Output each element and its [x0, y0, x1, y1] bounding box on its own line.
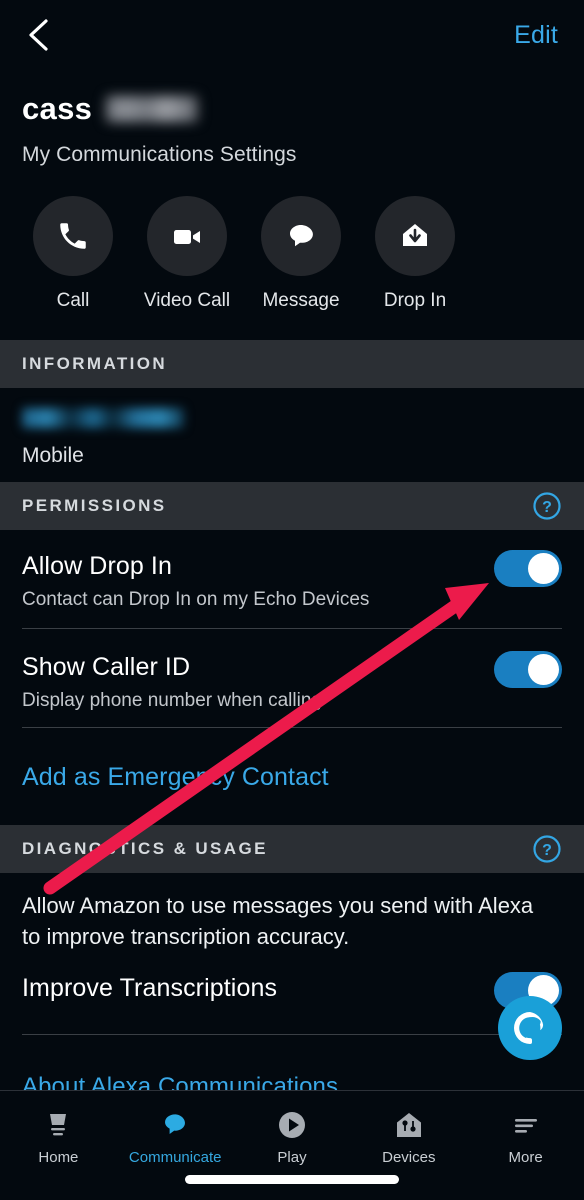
nav-play-label: Play — [277, 1149, 307, 1166]
action-message-label: Message — [262, 290, 340, 311]
action-drop-in-label: Drop In — [383, 290, 447, 311]
phone-number-redacted — [22, 408, 184, 428]
nav-more-label: More — [508, 1149, 543, 1166]
action-video-call-circle[interactable] — [147, 196, 227, 276]
nav-communicate-label: Communicate — [128, 1149, 222, 1166]
section-header-permissions: PERMISSIONS ? — [0, 482, 584, 530]
row-allow-drop-in-subtitle: Contact can Drop In on my Echo Devices — [22, 589, 370, 610]
row-improve-transcriptions[interactable]: Improve Transcriptions — [22, 972, 562, 1009]
nav-item-communicate[interactable]: Communicate — [117, 1105, 234, 1166]
phone-type-label: Mobile — [22, 444, 84, 467]
section-title-permissions: PERMISSIONS — [22, 496, 167, 515]
action-video-call[interactable]: Video Call — [142, 196, 232, 312]
nav-home-label: Home — [38, 1149, 79, 1166]
action-message[interactable]: Message — [256, 196, 346, 312]
row-allow-drop-in[interactable]: Allow Drop In Contact can Drop In on my … — [22, 550, 562, 611]
section-title-information: INFORMATION — [22, 354, 168, 373]
row-improve-transcriptions-texts: Improve Transcriptions — [22, 972, 277, 1003]
toggle-show-caller-id[interactable] — [494, 651, 562, 688]
devices-house-icon — [396, 1113, 421, 1137]
toggle-show-caller-id-knob — [528, 654, 559, 685]
svg-text:?: ? — [542, 499, 552, 516]
contact-name-row: cass — [22, 88, 562, 130]
contact-last-name-redacted — [106, 96, 199, 122]
information-block[interactable]: Mobile — [22, 408, 184, 468]
nav-home-icon-wrap — [43, 1105, 73, 1145]
nav-devices-icon-wrap — [394, 1105, 424, 1145]
action-video-call-label: Video Call — [143, 290, 231, 311]
section-header-diagnostics: DIAGNOSTICS & USAGE ? — [0, 825, 584, 873]
action-drop-in-circle[interactable] — [375, 196, 455, 276]
section-header-information: INFORMATION — [0, 340, 584, 388]
section-title-diagnostics: DIAGNOSTICS & USAGE — [22, 839, 268, 858]
speech-bubble-icon — [165, 1114, 186, 1134]
svg-text:?: ? — [542, 842, 552, 859]
nav-item-devices[interactable]: Devices — [350, 1105, 467, 1166]
top-navigation-bar: Edit — [0, 0, 584, 70]
action-call[interactable]: Call — [28, 196, 118, 312]
action-drop-in[interactable]: Drop In — [370, 196, 460, 312]
nav-devices-label: Devices — [382, 1149, 436, 1166]
contact-header: cass My Communications Settings — [22, 88, 562, 167]
toggle-allow-drop-in-knob — [528, 553, 559, 584]
speech-bubble-icon — [290, 225, 313, 247]
alexa-floating-action-button[interactable] — [498, 996, 562, 1060]
divider-permissions-1 — [22, 628, 562, 629]
nav-play-icon-wrap — [277, 1105, 307, 1145]
action-call-label: Call — [56, 290, 90, 311]
nav-item-home[interactable]: Home — [0, 1105, 117, 1166]
back-chevron-icon[interactable] — [26, 18, 52, 52]
action-message-circle[interactable] — [261, 196, 341, 276]
drop-in-house-icon — [403, 224, 427, 246]
row-show-caller-id-subtitle: Display phone number when calling — [22, 690, 322, 711]
row-allow-drop-in-title: Allow Drop In — [22, 552, 172, 580]
nav-communicate-icon-wrap — [160, 1105, 190, 1145]
action-call-circle[interactable] — [33, 196, 113, 276]
contact-subtitle: My Communications Settings — [22, 143, 297, 166]
divider-permissions-2 — [22, 727, 562, 728]
add-emergency-contact-link[interactable]: Add as Emergency Contact — [22, 763, 329, 792]
help-circle-icon-diagnostics[interactable]: ? — [532, 834, 562, 864]
nav-item-play[interactable]: Play — [234, 1105, 351, 1166]
echo-device-icon — [50, 1114, 67, 1136]
alexa-logo-icon — [514, 1012, 544, 1044]
row-allow-drop-in-texts: Allow Drop In Contact can Drop In on my … — [22, 550, 369, 611]
alexa-contact-settings-screen: Edit cass My Communications Settings Cal… — [0, 0, 584, 1200]
home-indicator — [185, 1175, 399, 1184]
row-show-caller-id-texts: Show Caller ID Display phone number when… — [22, 651, 322, 712]
row-show-caller-id[interactable]: Show Caller ID Display phone number when… — [22, 651, 562, 712]
nav-item-more[interactable]: More — [467, 1105, 584, 1166]
toggle-allow-drop-in[interactable] — [494, 550, 562, 587]
diagnostics-description: Allow Amazon to use messages you send wi… — [22, 893, 534, 950]
play-circle-icon — [278, 1112, 305, 1138]
edit-button[interactable]: Edit — [514, 21, 558, 50]
help-circle-icon-permissions[interactable]: ? — [532, 491, 562, 521]
contact-first-name: cass — [22, 91, 93, 126]
quick-actions-row: Call Video Call Message Drop In — [0, 196, 584, 312]
nav-more-icon-wrap — [511, 1105, 541, 1145]
hamburger-menu-icon — [514, 1119, 537, 1133]
row-show-caller-id-title: Show Caller ID — [22, 653, 191, 681]
video-camera-icon — [174, 230, 200, 244]
divider-diagnostics — [22, 1034, 562, 1035]
phone-icon — [60, 223, 86, 249]
row-improve-transcriptions-title: Improve Transcriptions — [22, 974, 278, 1002]
